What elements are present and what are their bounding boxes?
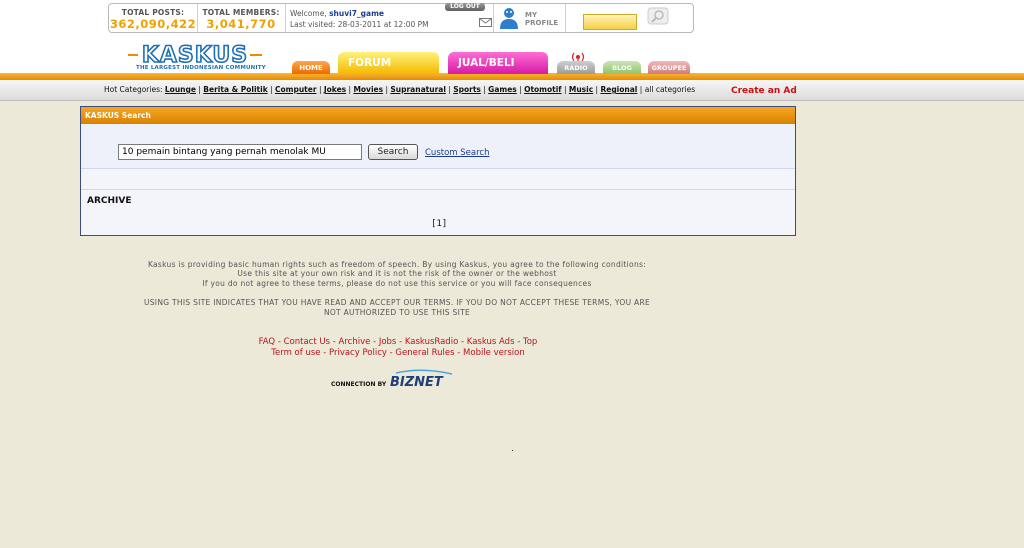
header-orange-bar bbox=[0, 73, 1024, 80]
footer-link-kaskus-ads[interactable]: Kaskus Ads bbox=[467, 337, 515, 347]
category-music[interactable]: Music bbox=[569, 85, 593, 94]
hot-categories-label: Hot Categories: bbox=[104, 85, 163, 94]
my-profile-line2: PROFILE bbox=[525, 19, 559, 27]
user-info-cell: Welcome, shuvi7_game Last visited: 28-03… bbox=[285, 3, 494, 32]
footer-link-top[interactable]: Top bbox=[523, 337, 537, 347]
footer-link-mobile-version[interactable]: Mobile version bbox=[463, 348, 525, 358]
username-link[interactable]: shuvi7_game bbox=[329, 9, 384, 18]
total-posts-cell: TOTAL POSTS: 362,090,422 bbox=[109, 4, 198, 32]
total-members-value: 3,041,770 bbox=[206, 17, 276, 31]
disclaimer-line-3: If you do not agree to these terms, plea… bbox=[202, 279, 592, 288]
footer-links-row-2: Term of use - Privacy Policy - General R… bbox=[271, 348, 525, 358]
last-visited: Last visited: 28-03-2011 at 12:00 PM bbox=[290, 20, 429, 29]
stats-box: TOTAL POSTS: 362,090,422 TOTAL MEMBERS: … bbox=[108, 3, 694, 33]
category-computer[interactable]: Computer bbox=[275, 85, 317, 94]
category-lounge[interactable]: Lounge bbox=[165, 85, 196, 94]
biznet-logo: BIZNET bbox=[390, 369, 453, 389]
category-jokes[interactable]: Jokes bbox=[324, 85, 346, 94]
magnifier-icon[interactable] bbox=[647, 7, 669, 25]
search-panel: KASKUS Search Search Custom Search ARCHI… bbox=[80, 106, 796, 236]
search-panel-title: KASKUS Search bbox=[81, 107, 795, 124]
my-profile-cell[interactable]: MY PROFILE bbox=[493, 4, 566, 32]
welcome-label: Welcome, bbox=[290, 9, 327, 18]
category-berita-politik[interactable]: Berita & Politik bbox=[203, 85, 267, 94]
footer-link-faq[interactable]: FAQ bbox=[259, 337, 275, 347]
logout-button[interactable]: LOG OUT bbox=[445, 3, 485, 11]
search-button[interactable]: Search bbox=[368, 144, 418, 160]
category-regional[interactable]: Regional bbox=[600, 85, 637, 94]
footer-link-jobs[interactable]: Jobs bbox=[379, 337, 397, 347]
tab-home[interactable]: HOME bbox=[292, 61, 330, 74]
my-profile-line1: MY bbox=[525, 11, 538, 19]
category-games[interactable]: Games bbox=[488, 85, 517, 94]
tab-blog[interactable]: BLOG bbox=[603, 61, 641, 74]
category-supranatural[interactable]: Supranatural bbox=[390, 85, 446, 94]
footer-link-term-of-use[interactable]: Term of use bbox=[271, 348, 320, 358]
biznet-wordmark: BIZNET bbox=[390, 375, 444, 389]
my-profile-label[interactable]: MY PROFILE bbox=[525, 11, 558, 27]
tab-groupee[interactable]: GROUPEE bbox=[648, 61, 690, 74]
custom-search-link[interactable]: Custom Search bbox=[425, 148, 489, 158]
total-members-label: TOTAL MEMBERS: bbox=[202, 8, 280, 17]
tab-forum[interactable]: FORUM bbox=[338, 52, 439, 74]
search-form-area: Search Custom Search bbox=[81, 124, 795, 169]
terms-line-2: NOT AUTHORIZED TO USE THIS SITE bbox=[323, 308, 471, 317]
welcome-text: Welcome, shuvi7_game bbox=[290, 9, 384, 18]
footer-link-privacy-policy[interactable]: Privacy Policy bbox=[329, 348, 387, 358]
footer-link-contact-us[interactable]: Contact Us bbox=[284, 337, 330, 347]
profile-avatar-icon[interactable] bbox=[497, 6, 521, 30]
category-all[interactable]: all categories bbox=[645, 85, 695, 94]
footer-links-row-1: FAQ - Contact Us - Archive - Jobs - Kask… bbox=[258, 337, 538, 347]
mail-icon[interactable] bbox=[479, 18, 492, 27]
hot-categories: Hot Categories: Lounge | Berita & Politi… bbox=[104, 85, 696, 94]
tab-radio[interactable]: RADIO bbox=[557, 61, 595, 74]
search-input[interactable] bbox=[118, 144, 362, 160]
create-ad-link[interactable]: Create an Ad bbox=[731, 86, 797, 96]
connection-by-label: CONNECTION BY bbox=[331, 381, 387, 388]
total-members-cell: TOTAL MEMBERS: 3,041,770 bbox=[197, 4, 286, 32]
total-posts-label: TOTAL POSTS: bbox=[121, 8, 185, 17]
footer-link-archive[interactable]: Archive bbox=[339, 337, 371, 347]
category-sports[interactable]: Sports bbox=[453, 85, 481, 94]
category-movies[interactable]: Movies bbox=[353, 85, 383, 94]
footer-link-kaskusradio[interactable]: KaskusRadio bbox=[405, 337, 458, 347]
pagination-page-1[interactable]: [1] bbox=[431, 219, 447, 229]
tab-jual-beli[interactable]: JUAL/BELI bbox=[448, 52, 548, 74]
search-panel-separator bbox=[81, 169, 795, 190]
disclaimer-line-2: Use this site at your own risk and it is… bbox=[237, 269, 557, 278]
footer-link-general-rules[interactable]: General Rules bbox=[395, 348, 454, 358]
quick-search-input[interactable] bbox=[583, 14, 637, 30]
category-otomotif[interactable]: Otomotif bbox=[524, 85, 562, 94]
terms-line-1: USING THIS SITE INDICATES THAT YOU HAVE … bbox=[143, 298, 651, 307]
stray-dot bbox=[512, 450, 513, 451]
total-posts-value: 362,090,422 bbox=[109, 17, 197, 31]
archive-heading: ARCHIVE bbox=[87, 196, 132, 206]
logo-tagline: THE LARGEST INDONESIAN COMMUNITY bbox=[136, 65, 266, 71]
